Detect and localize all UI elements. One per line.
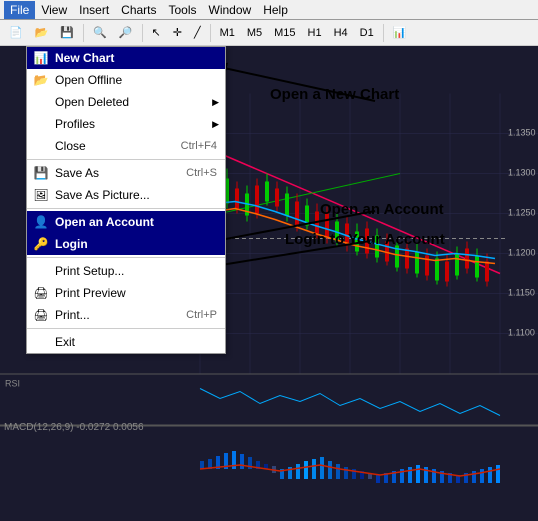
svg-text:1.1200: 1.1200 [508,248,536,258]
period-m5-btn[interactable]: M5 [242,24,267,42]
menu-open-deleted[interactable]: Open Deleted [27,91,225,113]
period-h4-btn[interactable]: H4 [329,24,353,42]
print-icon: 🖨 [31,305,51,325]
open-btn[interactable]: 📂 [30,23,54,42]
svg-text:1.1150: 1.1150 [508,288,535,298]
zoom-out-btn[interactable]: 🔎 [114,23,138,42]
period-m15-btn[interactable]: M15 [269,24,300,42]
menu-view[interactable]: View [35,1,73,19]
menu-profiles[interactable]: Profiles [27,113,225,135]
svg-text:1.1100: 1.1100 [508,328,535,338]
svg-text:1.1300: 1.1300 [508,168,536,178]
new-chart-icon: 📊 [31,48,51,68]
macd-chart [0,431,538,521]
menu-print[interactable]: 🖨 Print... Ctrl+P [27,304,225,326]
annotation-new-chart: Open a New Chart [270,86,399,103]
cursor-btn[interactable]: ↖ [147,23,166,42]
menu-help[interactable]: Help [257,1,294,19]
menu-file[interactable]: File [4,1,35,19]
annotation-login: Login to Your Account [285,231,445,248]
annotation-open-account: Open an Account [320,201,444,218]
menu-tools[interactable]: Tools [163,1,203,19]
menu-save-as-picture[interactable]: 🖼 Save As Picture... [27,184,225,206]
menu-login[interactable]: 🔑 Login [27,233,225,255]
svg-text:1.1350: 1.1350 [508,128,536,138]
new-chart-btn[interactable]: 📄 [4,23,28,42]
svg-text:RSI: RSI [5,379,20,389]
menu-exit[interactable]: Exit [27,331,225,353]
separator-1 [27,159,225,160]
toolbar: 📄 📂 💾 🔍 🔎 ↖ ✛ ╱ M1 M5 M15 H1 H4 D1 📊 [0,20,538,46]
separator-3 [210,24,211,42]
menu-bar: File View Insert Charts Tools Window Hel… [0,0,538,20]
separator-2 [27,208,225,209]
account-icon: 👤 [31,212,51,232]
line-btn[interactable]: ╱ [189,23,206,42]
separator-4 [27,328,225,329]
macd-label: MACD(12,26,9) -0.0272 0.0056 [4,419,144,433]
preview-icon: 🖨 [31,283,51,303]
indicator-btn[interactable]: 📊 [388,23,412,42]
separator-1 [83,24,84,42]
menu-open-account[interactable]: 👤 Open an Account [27,211,225,233]
svg-text:1.1250: 1.1250 [508,208,536,218]
separator-4 [383,24,384,42]
menu-new-chart[interactable]: 📊 New Chart [27,47,225,69]
save-btn[interactable]: 💾 [55,23,79,42]
menu-insert[interactable]: Insert [73,1,115,19]
zoom-in-btn[interactable]: 🔍 [88,23,112,42]
separator-2 [142,24,143,42]
picture-icon: 🖼 [31,185,51,205]
menu-print-setup[interactable]: Print Setup... [27,260,225,282]
menu-save-as[interactable]: 💾 Save As Ctrl+S [27,162,225,184]
period-d1-btn[interactable]: D1 [355,24,379,42]
menu-close[interactable]: Close Ctrl+F4 [27,135,225,157]
separator-3 [27,257,225,258]
menu-open-offline[interactable]: 📂 Open Offline [27,69,225,91]
main-content: 1.1350 1.1300 1.1250 1.1200 1.1150 1.110… [0,46,538,521]
menu-print-preview[interactable]: 🖨 Print Preview [27,282,225,304]
open-offline-icon: 📂 [31,70,51,90]
dropdown-menu: 📊 New Chart 📂 Open Offline Open Deleted … [26,46,226,354]
period-h1-btn[interactable]: H1 [303,24,327,42]
period-btn[interactable]: M1 [215,24,240,42]
crosshair-btn[interactable]: ✛ [168,23,187,42]
menu-window[interactable]: Window [203,1,258,19]
menu-charts[interactable]: Charts [115,1,162,19]
save-as-icon: 💾 [31,163,51,183]
login-icon: 🔑 [31,234,51,254]
